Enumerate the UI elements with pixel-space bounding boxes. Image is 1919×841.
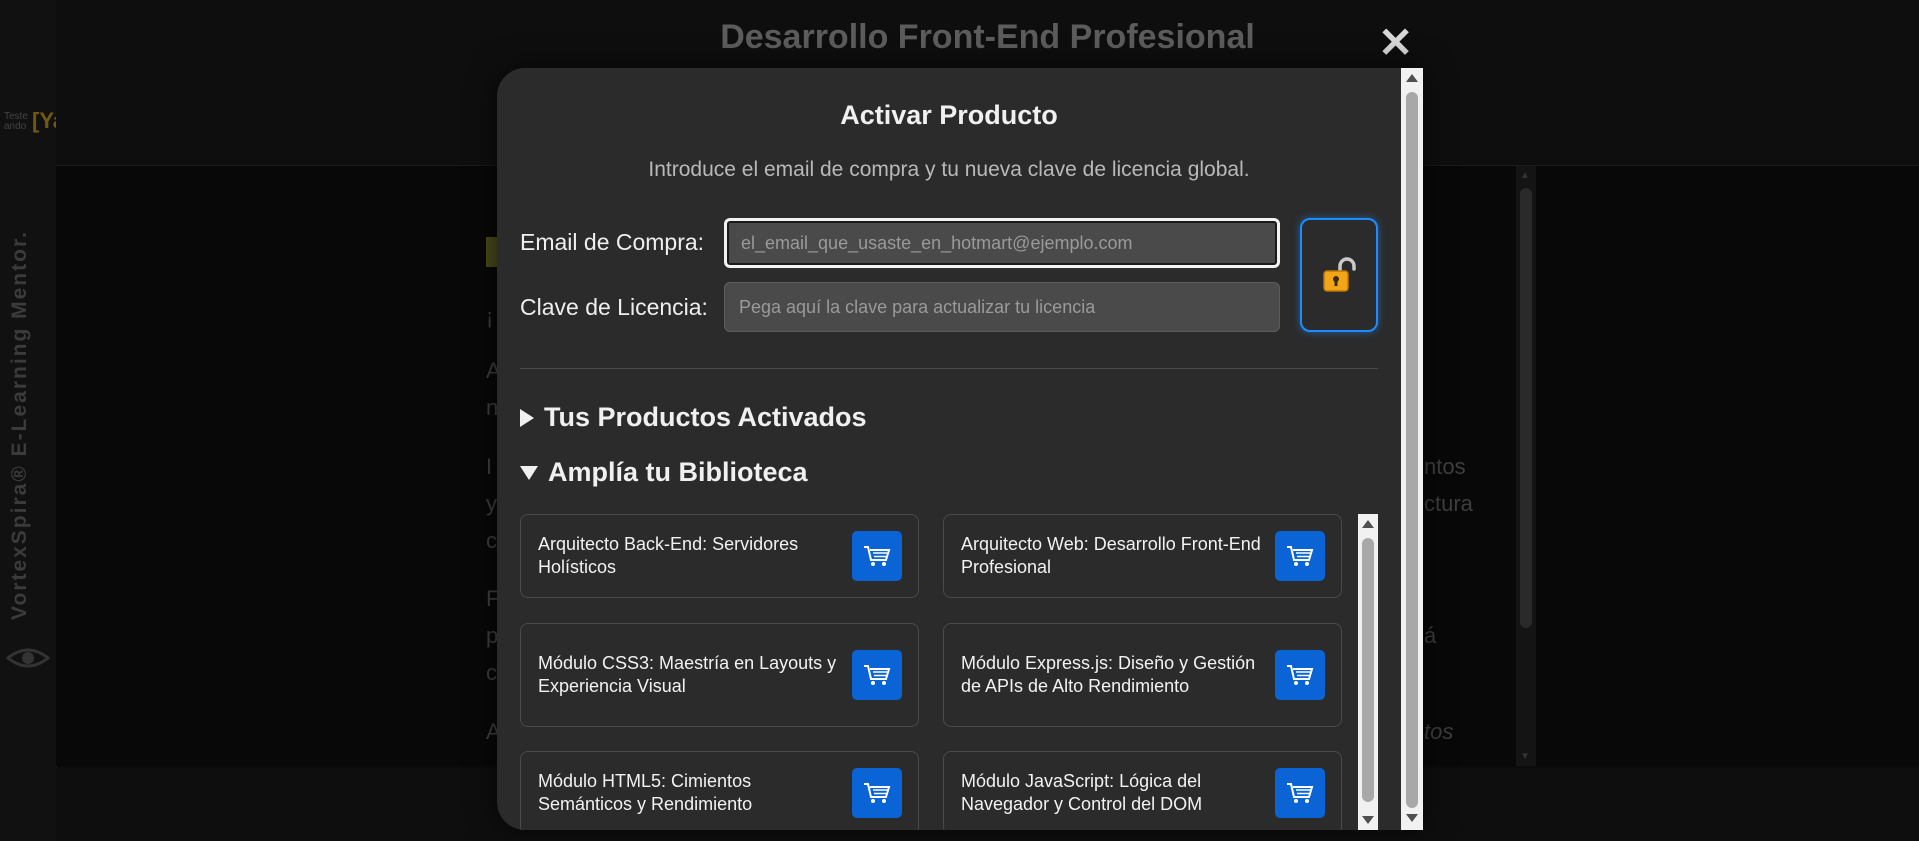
scroll-up-icon[interactable] <box>1362 520 1374 528</box>
bg-text: c <box>486 660 497 685</box>
modal-title: Activar Producto <box>840 100 1058 130</box>
product-card: Módulo Express.js: Diseño y Gestión de A… <box>943 623 1342 727</box>
unlock-button[interactable] <box>1300 218 1378 332</box>
page-title: Desarrollo Front-End Profesional <box>720 18 1255 56</box>
buy-button[interactable] <box>852 768 902 818</box>
email-label: Email de Compra: <box>520 229 705 255</box>
bg-text: c <box>486 528 497 553</box>
caret-down-icon <box>520 465 538 480</box>
content-scrollbar[interactable]: ▲ ▼ <box>1516 166 1536 766</box>
scroll-up-icon[interactable] <box>1406 74 1418 82</box>
product-grid: Arquitecto Back-End: Servidores Holístic… <box>520 514 1378 830</box>
scroll-thumb[interactable] <box>1406 92 1418 808</box>
scroll-thumb[interactable] <box>1362 538 1374 802</box>
scroll-up-icon[interactable]: ▲ <box>1520 170 1530 181</box>
bg-text: ntos <box>1424 454 1466 479</box>
product-name: Módulo Express.js: Diseño y Gestión de A… <box>961 653 1256 696</box>
bg-text: tos <box>1424 719 1454 744</box>
license-key-label: Clave de Licencia: <box>520 294 708 320</box>
scroll-down-icon[interactable]: ▼ <box>1520 751 1530 762</box>
buy-button[interactable] <box>852 531 902 581</box>
bg-text: ctura <box>1424 491 1473 516</box>
bg-text: y <box>486 491 497 516</box>
modal-scrollbar[interactable] <box>1401 68 1423 830</box>
product-card: Módulo CSS3: Maestría en Layouts y Exper… <box>520 623 919 727</box>
license-key-field[interactable] <box>724 282 1280 332</box>
product-card: Arquitecto Back-End: Servidores Holístic… <box>520 514 919 598</box>
eye-logo-icon <box>6 648 50 668</box>
bg-text: I <box>486 454 493 479</box>
buy-button[interactable] <box>1275 531 1325 581</box>
product-name: Módulo JavaScript: Lógica del Navegador … <box>961 771 1203 814</box>
bg-text: ¡ <box>486 304 494 329</box>
product-name: Arquitecto Back-End: Servidores Holístic… <box>538 534 799 577</box>
activate-product-modal: Activar Producto Introduce el email de c… <box>497 68 1423 830</box>
app-logo: Teste ando [Ya] <box>2 108 72 158</box>
scroll-down-icon[interactable] <box>1406 814 1418 822</box>
product-card: Arquitecto Web: Desarrollo Front-End Pro… <box>943 514 1342 598</box>
scroll-thumb[interactable] <box>1520 188 1532 628</box>
scroll-down-icon[interactable] <box>1362 816 1374 824</box>
close-icon[interactable]: ✕ <box>1378 22 1413 64</box>
product-name: Módulo CSS3: Maestría en Layouts y Exper… <box>538 653 837 696</box>
product-name: Arquitecto Web: Desarrollo Front-End Pro… <box>961 534 1261 577</box>
cart-icon <box>864 665 891 685</box>
activated-products-heading: Tus Productos Activados <box>544 402 867 432</box>
product-name: Módulo HTML5: Cimientos Semánticos y Ren… <box>538 771 753 814</box>
cart-icon <box>1287 783 1314 803</box>
buy-button[interactable] <box>1275 650 1325 700</box>
cart-icon <box>864 783 891 803</box>
email-field[interactable] <box>724 218 1280 268</box>
product-grid-scrollbar[interactable] <box>1358 514 1378 830</box>
library-toggle[interactable]: Amplía tu Biblioteca <box>520 457 808 488</box>
cart-icon <box>1287 665 1314 685</box>
product-card: Módulo HTML5: Cimientos Semánticos y Ren… <box>520 751 919 830</box>
logo-small-text: Teste ando <box>4 111 28 132</box>
buy-button[interactable] <box>852 650 902 700</box>
library-heading: Amplía tu Biblioteca <box>548 457 808 487</box>
product-card: Módulo JavaScript: Lógica del Navegador … <box>943 751 1342 830</box>
cart-icon <box>1287 546 1314 566</box>
buy-button[interactable] <box>1275 768 1325 818</box>
divider <box>520 368 1378 369</box>
modal-subtitle: Introduce el email de compra y tu nueva … <box>648 158 1250 181</box>
caret-right-icon <box>520 408 534 427</box>
bg-text: á <box>1424 623 1437 648</box>
activated-products-toggle[interactable]: Tus Productos Activados <box>520 402 867 433</box>
cart-icon <box>864 546 891 566</box>
left-rail: Teste ando [Ya] VortexSpira® E-Learning … <box>0 0 72 841</box>
unlock-icon <box>1323 257 1356 292</box>
brand-vertical-text: VortexSpira® E-Learning Mentor. <box>8 230 31 620</box>
